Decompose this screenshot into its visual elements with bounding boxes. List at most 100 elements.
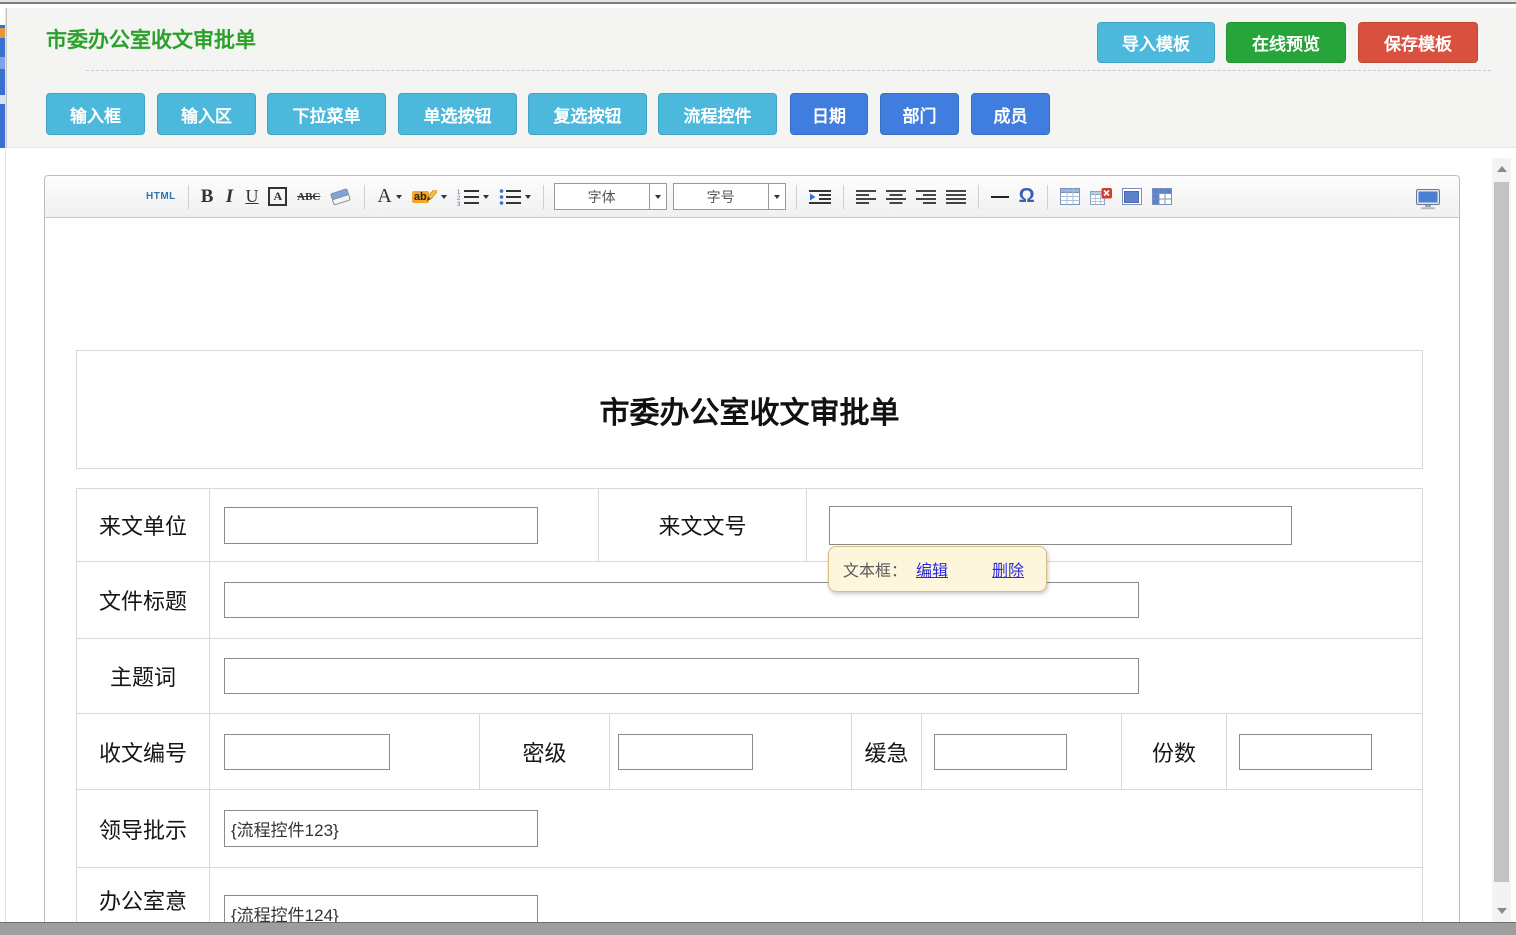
table-cell (610, 714, 852, 789)
text-input-placeholder[interactable] (1239, 734, 1372, 770)
form-table: 来文单位 来文文号 文件标题 主题词 (76, 488, 1423, 934)
monitor-icon (1415, 188, 1441, 210)
unordered-list-button[interactable] (495, 183, 535, 211)
form-title: 市委办公室收文审批单 (600, 388, 900, 432)
field-label: 份数 (1122, 714, 1227, 789)
indent-icon (809, 189, 831, 205)
inline-frame-button[interactable]: A (264, 183, 291, 211)
text-input-placeholder[interactable] (618, 734, 753, 770)
align-center-icon (886, 189, 906, 205)
insert-table-button[interactable] (1056, 183, 1084, 211)
widget-member-button[interactable]: 成员 (971, 93, 1050, 135)
toolbar-separator (796, 185, 797, 209)
underline-button[interactable]: U (241, 183, 262, 211)
header-divider (86, 70, 1491, 71)
table-row: 领导批示 {流程控件123} (76, 790, 1423, 868)
widget-flow-control-button[interactable]: 流程控件 (658, 93, 777, 135)
align-left-button[interactable] (852, 183, 880, 211)
scrollbar-thumb[interactable] (1494, 182, 1509, 882)
widget-input-area-button[interactable]: 输入区 (157, 93, 256, 135)
background-icon-fragment (0, 95, 5, 104)
field-label: 来文单位 (77, 489, 210, 561)
widget-radio-button[interactable]: 单选按钮 (398, 93, 517, 135)
special-character-button[interactable]: Ω (1015, 183, 1039, 211)
svg-text:3: 3 (457, 202, 461, 206)
preview-online-button[interactable]: 在线预览 (1226, 22, 1346, 63)
font-size-dropdown-arrow[interactable] (768, 184, 785, 209)
background-icon-fragment (0, 57, 5, 69)
highlight-button[interactable]: ab (408, 183, 451, 211)
delete-link[interactable]: 删除 (992, 557, 1024, 581)
import-template-button[interactable]: 导入模板 (1097, 22, 1215, 63)
field-label: 文件标题 (77, 562, 210, 638)
chevron-down-icon (774, 195, 780, 199)
table-properties-button[interactable] (1118, 183, 1146, 211)
widget-department-button[interactable]: 部门 (880, 93, 959, 135)
boxed-a-glyph: A (268, 187, 287, 206)
table-cell (922, 714, 1122, 789)
window-top-border (0, 2, 1516, 4)
font-color-button[interactable]: A (373, 183, 405, 211)
table-row: 来文单位 来文文号 (76, 488, 1423, 562)
italic-button[interactable]: I (219, 183, 239, 211)
text-input-placeholder[interactable] (829, 506, 1292, 545)
text-input-placeholder[interactable] (224, 658, 1139, 694)
justify-button[interactable] (942, 183, 970, 211)
strikethrough-button[interactable]: ABC (293, 183, 324, 211)
triangle-up-icon (1497, 166, 1507, 172)
field-label: 缓急 (852, 714, 922, 789)
font-size-select[interactable]: 字号 (673, 183, 786, 210)
save-template-button[interactable]: 保存模板 (1358, 22, 1478, 63)
scrollbar-track[interactable] (1492, 158, 1511, 922)
chevron-down-icon (525, 195, 531, 199)
text-input-placeholder[interactable] (224, 507, 538, 544)
font-family-select[interactable]: 字体 (554, 183, 667, 210)
widget-date-button[interactable]: 日期 (790, 93, 868, 135)
background-window-strip (0, 25, 5, 148)
cell-properties-button[interactable] (1148, 183, 1176, 211)
field-label: 收文编号 (77, 714, 210, 789)
field-label: 领导批示 (77, 790, 210, 867)
widget-checkbox-button[interactable]: 复选按钮 (528, 93, 647, 135)
align-left-icon (856, 189, 876, 205)
text-input-placeholder[interactable] (934, 734, 1067, 770)
table-row: 收文编号 密级 缓急 份数 (76, 714, 1423, 790)
bottom-window-edge (0, 922, 1516, 935)
scroll-down-button[interactable] (1492, 900, 1511, 922)
text-input-placeholder[interactable] (224, 734, 390, 770)
insert-table-icon (1060, 188, 1080, 205)
horizontal-rule-button[interactable] (987, 183, 1013, 211)
field-label: 密级 (480, 714, 610, 789)
align-right-icon (916, 189, 936, 205)
eraser-icon (330, 188, 352, 206)
editor-content[interactable]: 市委办公室收文审批单 来文单位 来文文号 文件标题 (45, 218, 1459, 934)
page-title: 市委办公室收文审批单 (46, 24, 256, 54)
tooltip-label: 文本框： (843, 557, 907, 581)
page-header: 市委办公室收文审批单 导入模板 在线预览 保存模板 输入框 输入区 下拉菜单 单… (6, 8, 1516, 148)
source-code-button[interactable]: HTML (142, 183, 180, 211)
widget-dropdown-button[interactable]: 下拉菜单 (267, 93, 386, 135)
delete-table-button[interactable] (1086, 183, 1116, 211)
flow-control-placeholder[interactable]: {流程控件123} (224, 810, 538, 847)
widget-input-box-button[interactable]: 输入框 (46, 93, 145, 135)
font-family-dropdown-arrow[interactable] (649, 184, 666, 209)
font-color-glyph: A (377, 185, 391, 208)
bold-button[interactable]: B (197, 183, 218, 211)
remove-format-button[interactable] (326, 183, 356, 211)
toolbar-separator (188, 185, 189, 209)
table-cell: {流程控件123} (210, 790, 1422, 867)
maximize-button[interactable] (1411, 185, 1445, 213)
align-center-button[interactable] (882, 183, 910, 211)
table-properties-icon (1122, 188, 1142, 205)
ordered-list-button[interactable]: 1 2 3 (453, 183, 493, 211)
align-right-button[interactable] (912, 183, 940, 211)
form-title-box: 市委办公室收文审批单 (76, 350, 1423, 469)
chevron-down-icon (441, 195, 447, 199)
unordered-list-icon (499, 188, 521, 206)
delete-table-icon (1090, 188, 1112, 205)
edit-link[interactable]: 编辑 (916, 557, 948, 581)
indent-button[interactable] (805, 183, 835, 211)
font-family-value: 字体 (555, 187, 649, 207)
scroll-up-button[interactable] (1492, 158, 1511, 180)
table-row: 主题词 (76, 639, 1423, 714)
